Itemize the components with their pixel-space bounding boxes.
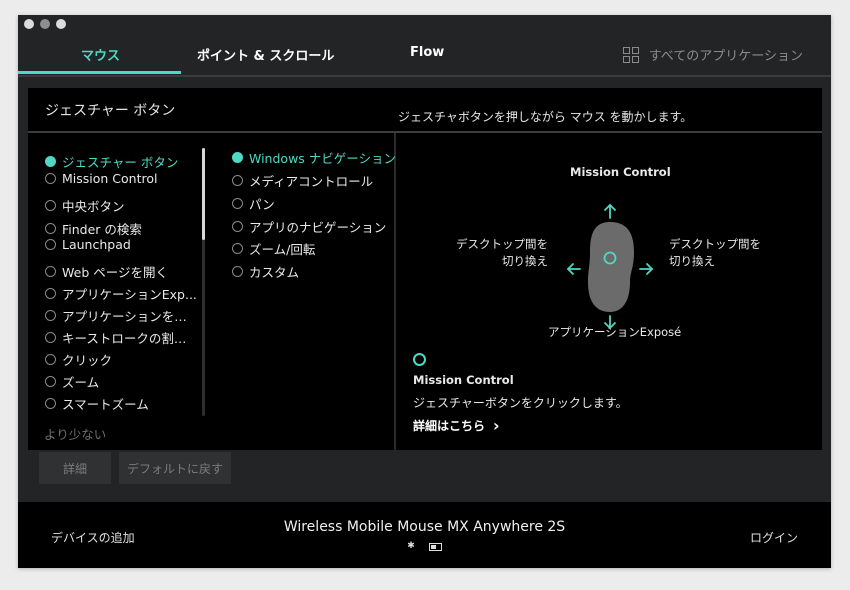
radio-selected — [45, 156, 56, 167]
list-item[interactable]: スマートズーム — [45, 394, 149, 413]
mouse-diagram — [566, 203, 654, 330]
tab-mouse[interactable]: マウス — [81, 45, 120, 64]
window-controls — [24, 19, 66, 29]
mouse-body-icon — [588, 222, 634, 312]
details-button[interactable]: 詳細 — [39, 452, 111, 484]
gesture-up-label: Mission Control — [570, 165, 671, 179]
list-item[interactable]: アプリケーションExp... — [45, 284, 197, 303]
detail-description: ジェスチャーボタンをクリックします。 — [413, 396, 628, 410]
panel-description: ジェスチャボタンを押しながら マウス を動かします。 — [398, 110, 693, 124]
radio — [45, 310, 56, 321]
header-divider — [28, 131, 822, 133]
radio — [45, 266, 56, 277]
radio — [232, 198, 243, 209]
zoom-window-button[interactable] — [56, 19, 66, 29]
close-window-button[interactable] — [24, 19, 34, 29]
learn-more-link[interactable]: 詳細はこちら › — [413, 416, 500, 435]
list-item[interactable]: パン — [232, 194, 275, 213]
radio — [232, 266, 243, 277]
arrow-up-icon — [604, 203, 616, 219]
gesture-right-label: デスクトップ間を 切り換え — [669, 237, 761, 268]
radio — [232, 175, 243, 186]
column-divider — [394, 133, 396, 450]
arrow-down-icon — [604, 315, 616, 330]
list-item[interactable]: Launchpad — [45, 237, 131, 252]
radio — [45, 288, 56, 299]
list-item[interactable]: Finder の検索 — [45, 219, 142, 238]
tab-point-scroll[interactable]: ポイント & スクロール — [197, 45, 334, 64]
list-item[interactable]: キーストロークの割… — [45, 328, 186, 347]
tab-flow[interactable]: Flow — [410, 45, 444, 60]
all-applications-label: すべてのアプリケーション — [648, 49, 803, 64]
list-item[interactable]: アプリのナビゲーション — [232, 217, 386, 236]
list-item[interactable]: ジェスチャー ボタン — [45, 152, 178, 171]
active-tab-indicator — [18, 71, 181, 74]
login-button[interactable]: ログイン — [750, 529, 798, 546]
radio-selected — [232, 152, 243, 163]
scrollbar-thumb[interactable] — [202, 148, 205, 240]
radio — [45, 398, 56, 409]
list-item[interactable]: Windows ナビゲーション — [232, 148, 396, 167]
panel-title: ジェスチャー ボタン — [45, 103, 176, 119]
list-item[interactable]: 中央ボタン — [45, 196, 125, 215]
radio — [45, 354, 56, 365]
list-item[interactable]: クリック — [45, 350, 112, 369]
detail-marker-icon — [413, 353, 426, 366]
radio — [45, 332, 56, 343]
show-less-link[interactable]: より少ない — [44, 424, 106, 443]
radio — [45, 239, 56, 250]
device-name: Wireless Mobile Mouse MX Anywhere 2S — [283, 519, 566, 535]
gesture-panel: ジェスチャー ボタン ジェスチャボタンを押しながら マウス を動かします。 ジェ… — [28, 88, 822, 450]
restore-defaults-button[interactable]: デフォルトに戻す — [119, 452, 231, 484]
list-item[interactable]: メディアコントロール — [232, 171, 373, 190]
tab-bar: マウス ポイント & スクロール Flow すべてのアプリケーション — [18, 39, 831, 77]
list-item[interactable]: ズーム/回転 — [232, 239, 315, 258]
arrow-left-icon — [566, 263, 581, 275]
radio — [232, 243, 243, 254]
chevron-right-icon: › — [493, 416, 500, 435]
bluetooth-icon: ✱ — [407, 541, 415, 551]
gesture-left-label: デスクトップ間を 切り換え — [456, 237, 548, 268]
radio — [45, 200, 56, 211]
radio — [45, 376, 56, 387]
detail-action-name: Mission Control — [413, 373, 514, 387]
footer: デバイスの追加 Wireless Mobile Mouse MX Anywher… — [18, 502, 831, 568]
minimize-window-button[interactable] — [40, 19, 50, 29]
list-item[interactable]: ズーム — [45, 372, 99, 391]
all-applications-button[interactable]: すべてのアプリケーション — [622, 45, 803, 64]
radio — [45, 173, 56, 184]
list-item[interactable]: Web ページを開く — [45, 262, 168, 281]
arrow-right-icon — [639, 263, 654, 275]
list-item[interactable]: アプリケーションを… — [45, 306, 187, 325]
radio — [45, 223, 56, 234]
device-status: ✱ — [18, 541, 831, 551]
battery-icon — [428, 543, 442, 551]
list-item[interactable]: カスタム — [232, 262, 299, 281]
radio — [232, 221, 243, 232]
app-window: マウス ポイント & スクロール Flow すべてのアプリケーション ジェスチャ… — [18, 15, 831, 568]
grid-icon — [622, 46, 639, 63]
list-item[interactable]: Mission Control — [45, 171, 157, 186]
